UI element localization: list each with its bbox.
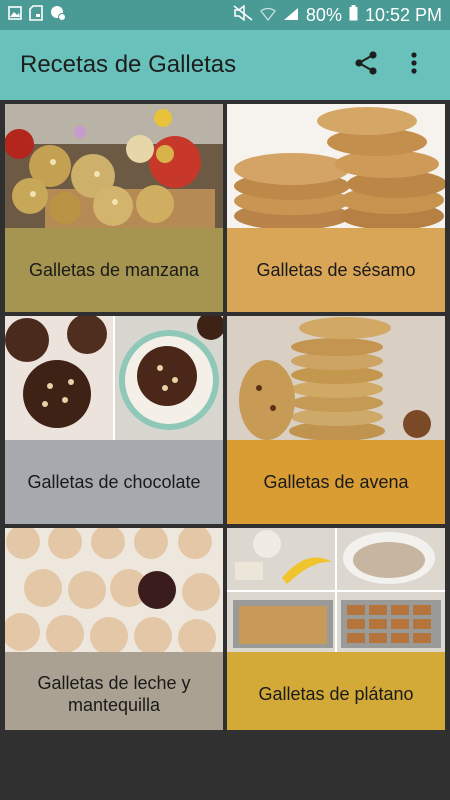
image-icon xyxy=(8,5,22,25)
app-bar: Recetas de Galletas xyxy=(0,30,450,100)
empty-background xyxy=(0,730,450,800)
mute-icon xyxy=(233,3,253,26)
recipe-grid: Galletas de manzana Galletas de sésamo G… xyxy=(5,104,445,736)
chocolate-cookies-image xyxy=(5,316,223,440)
recipe-card-sesame[interactable]: Galletas de sésamo xyxy=(227,104,445,312)
app-title: Recetas de Galletas xyxy=(20,51,237,78)
share-button[interactable] xyxy=(342,41,390,89)
sesame-cookies-image xyxy=(227,104,445,228)
share-icon xyxy=(353,50,379,81)
butter-cookies-image xyxy=(5,528,223,652)
recipe-label: Galletas de avena xyxy=(227,440,445,524)
recipe-card-oat[interactable]: Galletas de avena xyxy=(227,316,445,524)
security-icon xyxy=(50,5,66,26)
recipe-card-chocolate[interactable]: Galletas de chocolate xyxy=(5,316,223,524)
more-options-button[interactable] xyxy=(390,41,438,89)
recipe-card-butter[interactable]: Galletas de leche y mantequilla xyxy=(5,528,223,736)
status-left-icons xyxy=(8,4,66,26)
wifi-icon xyxy=(260,5,276,26)
signal-icon xyxy=(283,5,299,26)
battery-percent: 80% xyxy=(305,4,342,25)
sd-card-icon xyxy=(29,4,43,26)
banana-cookies-image xyxy=(227,528,445,652)
recipe-label: Galletas de sésamo xyxy=(227,228,445,312)
recipe-label: Galletas de chocolate xyxy=(5,440,223,524)
clock: 10:52 PM xyxy=(364,4,442,25)
more-vert-icon xyxy=(410,51,418,80)
status-right-icons: 80% 10:52 PM xyxy=(233,3,442,26)
recipe-label: Galletas de manzana xyxy=(5,228,223,312)
recipe-card-apple[interactable]: Galletas de manzana xyxy=(5,104,223,312)
recipe-card-banana[interactable]: Galletas de plátano xyxy=(227,528,445,736)
status-bar: 80% 10:52 PM xyxy=(0,0,450,30)
recipe-label: Galletas de leche y mantequilla xyxy=(5,652,223,736)
recipe-label: Galletas de plátano xyxy=(227,652,445,736)
oat-cookies-image xyxy=(227,316,445,440)
battery-icon xyxy=(349,4,358,26)
apple-cookies-image xyxy=(5,104,223,228)
